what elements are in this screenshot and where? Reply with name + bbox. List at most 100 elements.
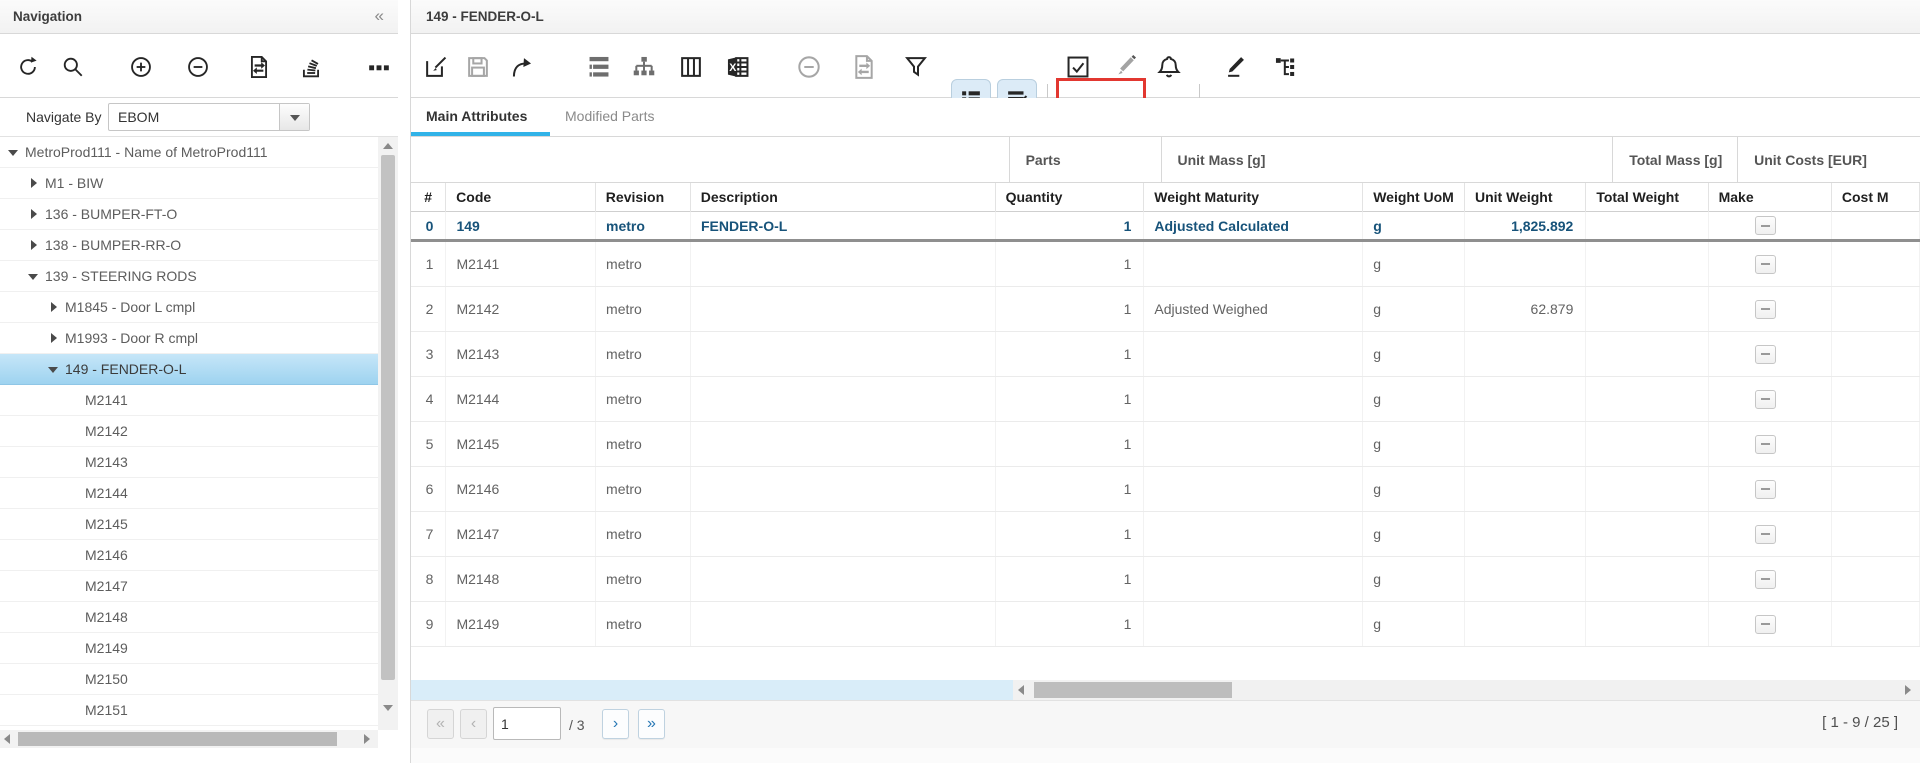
make-minus-button[interactable]: [1755, 390, 1776, 409]
col-header-num[interactable]: #: [411, 183, 446, 213]
tree-toggle-icon[interactable]: [68, 456, 80, 468]
make-minus-button[interactable]: [1755, 480, 1776, 499]
table-row[interactable]: 2 M2142 metro 1 Adjusted Weighed g 62.87…: [411, 287, 1920, 332]
collapse-minus-icon[interactable]: [185, 54, 211, 80]
col-header-revision[interactable]: Revision: [596, 183, 691, 213]
tree-edit-icon[interactable]: [1273, 54, 1299, 80]
last-page-button[interactable]: »: [638, 709, 665, 739]
tree-toggle-icon[interactable]: [28, 270, 40, 282]
tree-toggle-icon[interactable]: [68, 487, 80, 499]
make-minus-button[interactable]: [1755, 300, 1776, 319]
tree-toggle-icon[interactable]: [68, 518, 80, 530]
tree-item[interactable]: 139 - STEERING RODS: [0, 261, 378, 292]
col-header-cost[interactable]: Cost M: [1832, 183, 1920, 213]
table-row[interactable]: 3 M2143 metro 1 g: [411, 332, 1920, 377]
multilevel-icon[interactable]: [586, 54, 612, 80]
tree-item[interactable]: M2148: [0, 602, 378, 633]
document-transfer-icon[interactable]: [246, 54, 272, 80]
page-input[interactable]: [493, 707, 561, 740]
tree-item[interactable]: M2145: [0, 509, 378, 540]
panel-splitter[interactable]: [398, 0, 410, 763]
tree-vertical-scrollbar[interactable]: [378, 137, 398, 730]
tree-toggle-icon[interactable]: [28, 208, 40, 220]
scroll-left-icon[interactable]: [4, 734, 10, 744]
dropdown-button[interactable]: [279, 104, 309, 130]
make-minus-button[interactable]: [1755, 525, 1776, 544]
col-header-make[interactable]: Make: [1709, 183, 1832, 213]
table-row[interactable]: 5 M2145 metro 1 g: [411, 422, 1920, 467]
tree-toggle-icon[interactable]: [48, 301, 60, 313]
tree-toggle-icon[interactable]: [68, 611, 80, 623]
search-icon[interactable]: [60, 54, 86, 80]
scroll-up-icon[interactable]: [383, 143, 393, 149]
tree-toggle-icon[interactable]: [68, 642, 80, 654]
table-row[interactable]: 1 M2141 metro 1 g: [411, 242, 1920, 287]
table-row[interactable]: 6 M2146 metro 1 g: [411, 467, 1920, 512]
table-row[interactable]: 8 M2148 metro 1 g: [411, 557, 1920, 602]
make-minus-button[interactable]: [1755, 255, 1776, 274]
scroll-left-icon[interactable]: [1018, 685, 1024, 695]
first-page-button[interactable]: «: [427, 709, 454, 739]
tree-item[interactable]: MetroProd111 - Name of MetroProd111: [0, 137, 378, 168]
collapse-panel-icon[interactable]: «: [375, 0, 384, 32]
table-row[interactable]: 7 M2147 metro 1 g: [411, 512, 1920, 557]
col-header-total-weight[interactable]: Total Weight: [1586, 183, 1708, 213]
make-minus-button[interactable]: [1755, 435, 1776, 454]
excel-export-icon[interactable]: X: [725, 54, 751, 80]
tree-item[interactable]: M2144: [0, 478, 378, 509]
make-minus-button[interactable]: [1755, 570, 1776, 589]
tree-item[interactable]: M2146: [0, 540, 378, 571]
tree-toggle-icon[interactable]: [68, 549, 80, 561]
edit-icon[interactable]: [423, 54, 449, 80]
make-minus-button[interactable]: [1755, 615, 1776, 634]
redo-icon[interactable]: [508, 54, 534, 80]
vertical-scroll-thumb[interactable]: [381, 155, 395, 680]
table-row[interactable]: 4 M2144 metro 1 g: [411, 377, 1920, 422]
tree-item[interactable]: M2143: [0, 447, 378, 478]
prev-page-button[interactable]: ‹: [460, 709, 487, 739]
horizontal-scroll-thumb[interactable]: [1034, 682, 1232, 698]
tree-item[interactable]: M2141: [0, 385, 378, 416]
hierarchy-icon[interactable]: [631, 54, 657, 80]
col-header-code[interactable]: Code: [446, 183, 596, 213]
bell-icon[interactable]: [1156, 54, 1182, 80]
tree-toggle-icon[interactable]: [68, 425, 80, 437]
tree-toggle-icon[interactable]: [68, 580, 80, 592]
make-minus-button[interactable]: [1755, 345, 1776, 364]
table-row[interactable]: 0 149 metro FENDER-O-L 1 Adjusted Calcul…: [411, 212, 1920, 242]
filter-icon[interactable]: [903, 54, 929, 80]
tree-toggle-icon[interactable]: [8, 146, 20, 158]
tree-item[interactable]: M1 - BIW: [0, 168, 378, 199]
scroll-right-icon[interactable]: [1905, 685, 1911, 695]
tree-toggle-icon[interactable]: [68, 394, 80, 406]
columns-icon[interactable]: [678, 54, 704, 80]
stack-icon[interactable]: [298, 54, 324, 80]
expand-plus-icon[interactable]: [128, 54, 154, 80]
col-header-description[interactable]: Description: [691, 183, 996, 213]
scroll-down-icon[interactable]: [383, 705, 393, 711]
tree-toggle-icon[interactable]: [28, 239, 40, 251]
make-minus-button[interactable]: [1755, 216, 1776, 235]
tree-horizontal-scrollbar[interactable]: [0, 730, 378, 748]
tree-item[interactable]: M2150: [0, 664, 378, 695]
grid-horizontal-scrollbar[interactable]: [411, 680, 1920, 700]
annotate-pencil-icon[interactable]: [1221, 54, 1247, 80]
horizontal-scroll-thumb[interactable]: [18, 732, 337, 746]
tree-toggle-icon[interactable]: [28, 177, 40, 189]
document-transfer-icon[interactable]: [851, 54, 877, 80]
tree-item[interactable]: M1845 - Door L cmpl: [0, 292, 378, 323]
tree-item[interactable]: 136 - BUMPER-FT-O: [0, 199, 378, 230]
tree-item[interactable]: 138 - BUMPER-RR-O: [0, 230, 378, 261]
more-ellipsis-icon[interactable]: [366, 54, 392, 80]
tab-modified-parts[interactable]: Modified Parts: [565, 98, 654, 137]
tree-item[interactable]: M1993 - Door R cmpl: [0, 323, 378, 354]
tree-toggle-icon[interactable]: [68, 704, 80, 716]
navigate-by-dropdown[interactable]: EBOM: [108, 103, 310, 131]
tree-item[interactable]: 149 - FENDER-O-L: [0, 354, 378, 385]
tree-item[interactable]: M2149: [0, 633, 378, 664]
tree-toggle-icon[interactable]: [48, 363, 60, 375]
col-header-weight-maturity[interactable]: Weight Maturity: [1144, 183, 1363, 213]
col-header-unit-weight[interactable]: Unit Weight: [1465, 183, 1586, 213]
table-row[interactable]: 9 M2149 metro 1 g: [411, 602, 1920, 647]
tree-item[interactable]: M2142: [0, 416, 378, 447]
